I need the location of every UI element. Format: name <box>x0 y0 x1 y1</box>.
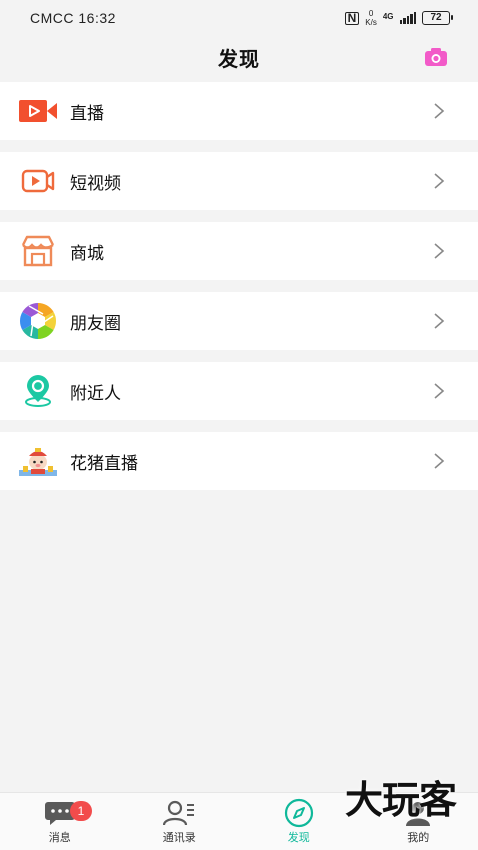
tab-contacts[interactable]: 通讯录 <box>120 793 240 850</box>
location-pin-icon <box>19 372 57 410</box>
chevron-right-icon <box>434 383 445 399</box>
battery-icon: 72 <box>422 11 453 25</box>
short-video-icon <box>19 162 57 200</box>
page-header: 发现 <box>0 36 478 78</box>
chevron-right-icon <box>434 103 445 119</box>
unread-badge: 1 <box>70 801 92 821</box>
menu-item-huazhu-live[interactable]: 花猪直播 <box>0 432 478 490</box>
chevron-right-icon <box>434 313 445 329</box>
menu-item-moments[interactable]: 朋友圈 <box>0 292 478 350</box>
status-bar: CMCC 16:32 N 0 K/s 4G 72 <box>0 0 478 36</box>
tab-label: 消息 <box>48 832 71 844</box>
live-video-icon <box>19 92 57 130</box>
tab-discover[interactable]: 发现 <box>239 793 359 850</box>
chevron-right-icon <box>434 243 445 259</box>
menu-item-label: 直播 <box>70 103 104 123</box>
net-speed-unit: K/s <box>365 18 377 27</box>
watermark-logo: 大玩客 <box>344 778 457 822</box>
tab-messages[interactable]: 1 消息 <box>0 793 120 850</box>
status-left: CMCC 16:32 <box>30 10 116 26</box>
net-speed: 0 K/s <box>365 9 377 27</box>
menu-item-label: 短视频 <box>70 173 121 193</box>
menu-item-label: 朋友圈 <box>70 313 121 333</box>
tab-label: 我的 <box>407 832 430 844</box>
menu-item-label: 商城 <box>70 243 104 263</box>
net-speed-value: 0 <box>368 9 374 18</box>
tab-label: 发现 <box>287 832 310 844</box>
compass-icon <box>283 798 315 828</box>
shop-icon <box>19 232 57 270</box>
menu-item-label: 花猪直播 <box>70 453 138 473</box>
menu-item-short-video[interactable]: 短视频 <box>0 152 478 210</box>
chevron-right-icon <box>434 453 445 469</box>
network-type: 4G <box>382 12 394 21</box>
chevron-right-icon <box>434 173 445 189</box>
tab-label: 通讯录 <box>162 832 196 844</box>
menu-item-shop[interactable]: 商城 <box>0 222 478 280</box>
carrier-label: CMCC <box>30 10 74 26</box>
menu-item-label: 附近人 <box>70 383 121 403</box>
discover-menu: 直播 短视频 商城 朋友圈 附近人 花猪直播 <box>0 82 478 502</box>
page-title: 发现 <box>218 48 260 71</box>
menu-item-live[interactable]: 直播 <box>0 82 478 140</box>
clock-time: 16:32 <box>78 10 116 26</box>
huazhu-mascot-icon <box>19 442 57 480</box>
signal-icon <box>399 12 416 24</box>
status-right: N 0 K/s 4G 72 <box>344 9 453 27</box>
moments-aperture-icon <box>19 302 57 340</box>
menu-item-nearby[interactable]: 附近人 <box>0 362 478 420</box>
nfc-icon: N <box>344 11 360 25</box>
camera-icon[interactable] <box>424 47 448 67</box>
contacts-icon <box>163 799 195 827</box>
